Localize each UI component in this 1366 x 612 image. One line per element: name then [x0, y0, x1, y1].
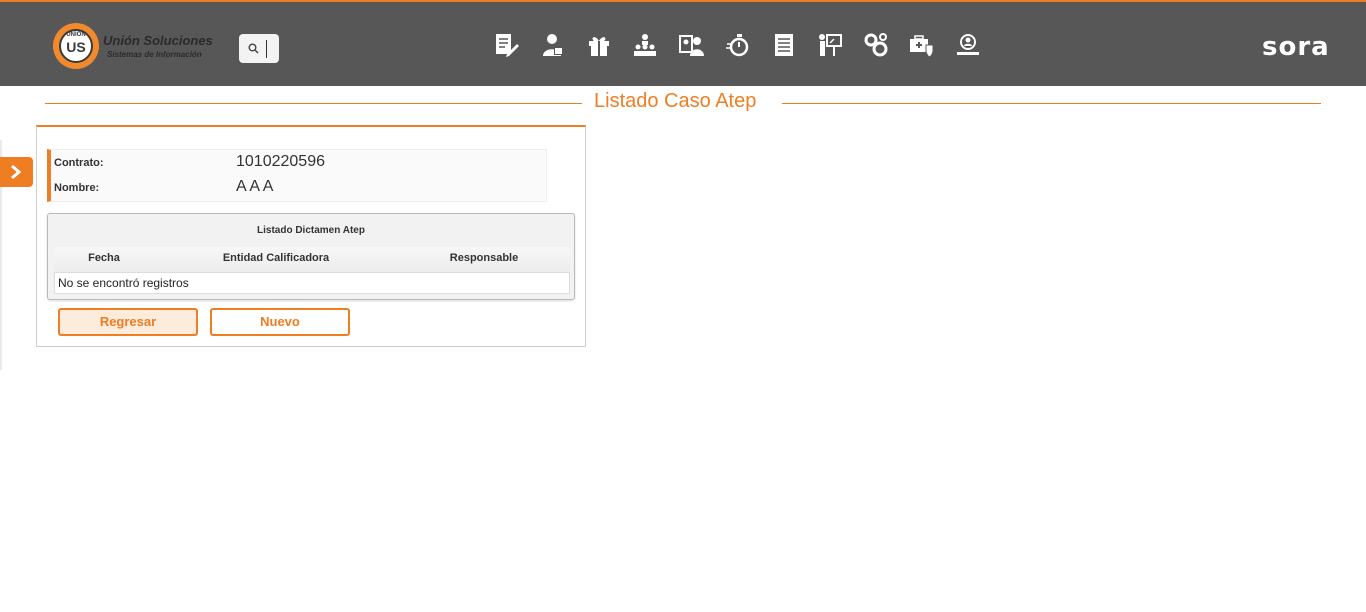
gift-icon[interactable] — [586, 32, 612, 58]
user-badge-icon[interactable] — [540, 32, 566, 58]
logo-badge: UNION US — [53, 23, 99, 69]
empty-table-message: No se encontró registros — [58, 276, 189, 290]
user-card-icon[interactable] — [679, 32, 705, 58]
table-header-row: Fecha Entidad Calificadora Responsable — [54, 247, 570, 272]
top-navigation-bar: UNION US Unión Soluciones Sistemas de In… — [0, 0, 1366, 86]
logo-mark: US — [66, 39, 86, 55]
column-header-entidad[interactable]: Entidad Calificadora — [154, 247, 398, 272]
gears-icon[interactable] — [863, 32, 889, 58]
column-header-responsable[interactable]: Responsable — [398, 247, 570, 272]
report-sheet-icon[interactable] — [771, 32, 797, 58]
title-divider-left — [45, 103, 582, 104]
logo-company-name: Unión Soluciones — [103, 33, 213, 48]
medical-briefcase-icon[interactable] — [909, 32, 935, 58]
logo-mark-small: UNION — [66, 32, 86, 38]
contract-label: Contrato: — [54, 157, 104, 169]
chevron-right-icon — [11, 164, 22, 180]
page-title-row: Listado Caso Atep — [45, 90, 1321, 116]
text-caret — [266, 40, 267, 58]
name-label: Nombre: — [54, 182, 100, 194]
document-edit-icon[interactable] — [493, 32, 519, 58]
page-title: Listado Caso Atep — [594, 90, 757, 112]
org-hierarchy-icon[interactable] — [632, 32, 658, 58]
back-button[interactable]: Regresar — [58, 308, 198, 336]
logo-tagline: Sistemas de Información — [107, 50, 202, 59]
brand-logo: sora — [1262, 32, 1330, 62]
employee-info-box: Contrato: 1010220596 Nombre: A A A — [47, 149, 547, 202]
stopwatch-icon[interactable] — [725, 32, 751, 58]
contract-value: 1010220596 — [236, 153, 325, 170]
case-list-panel: Contrato: 1010220596 Nombre: A A A Lista… — [36, 125, 586, 347]
presentation-icon[interactable] — [817, 32, 843, 58]
column-header-fecha[interactable]: Fecha — [54, 247, 154, 272]
table-caption: Listado Dictamen Atep — [257, 225, 365, 236]
dictamen-table: Listado Dictamen Atep Fecha Entidad Cali… — [47, 213, 575, 300]
title-divider-right — [782, 103, 1321, 104]
company-logo[interactable]: UNION US Unión Soluciones Sistemas de In… — [53, 23, 223, 69]
user-search-icon[interactable] — [955, 32, 981, 58]
side-menu-toggle-button[interactable] — [0, 157, 33, 187]
new-button[interactable]: Nuevo — [210, 308, 350, 336]
search-icon — [248, 43, 259, 54]
table-row: No se encontró registros — [54, 272, 570, 294]
search-input[interactable] — [239, 34, 279, 63]
name-value: A A A — [236, 178, 274, 195]
